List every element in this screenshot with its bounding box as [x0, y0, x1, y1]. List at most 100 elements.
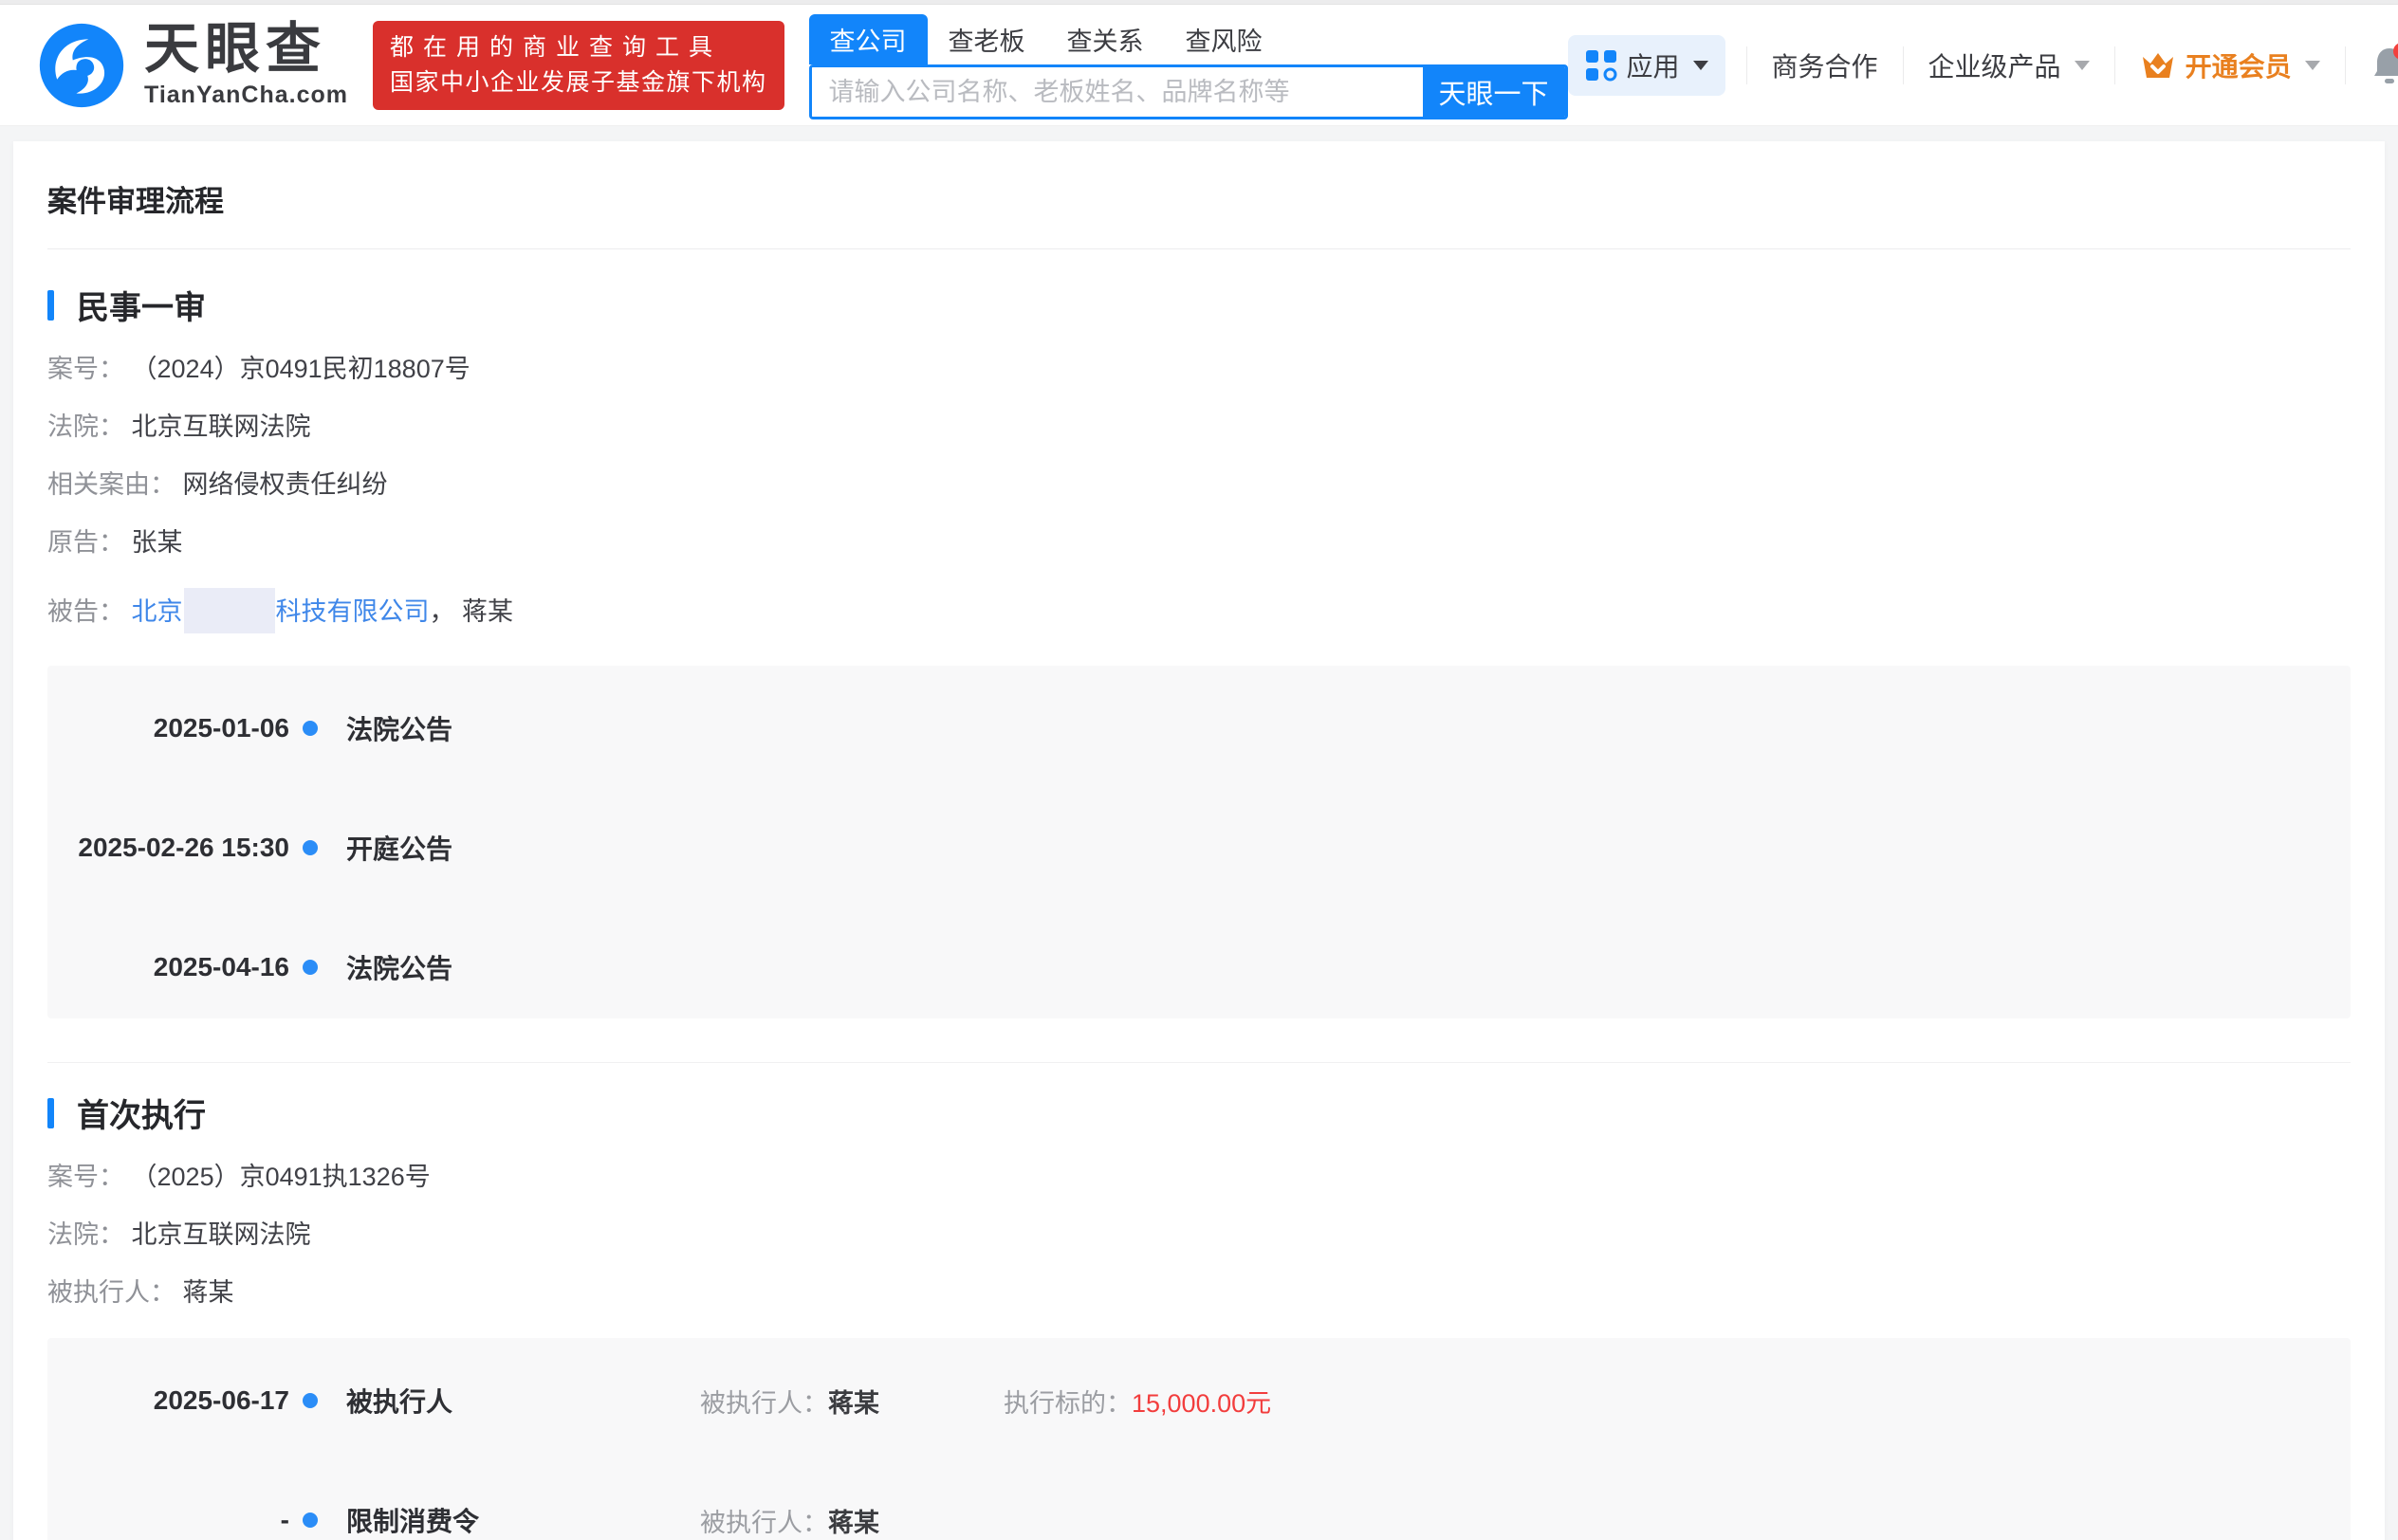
timeline-date: 2025-02-26 15:30: [78, 833, 289, 862]
header-nav: 应用 商务合作 企业级产品 开通会员: [1567, 34, 2398, 96]
field-value: 北京 科技有限公司， 蒋某: [132, 588, 513, 633]
detail-label: 被执行人：: [700, 1388, 828, 1418]
timeline-dot: [303, 1393, 318, 1408]
timeline-detail: 被执行人：蒋某: [700, 1502, 1004, 1539]
timeline-event-label: 法院公告: [346, 715, 453, 744]
timeline-dot: [303, 960, 318, 975]
timeline-date: -: [280, 1505, 289, 1534]
timeline-panel: 2025-01-06 法院公告 2025-02-26 15:30 开庭公告 20…: [47, 666, 2351, 1018]
field-label: 法院：: [47, 1220, 124, 1249]
detail-label: 被执行人：: [700, 1508, 828, 1537]
company-link[interactable]: 北京 科技有限公司: [132, 588, 430, 633]
field-label: 法院：: [47, 412, 124, 441]
promo-badge: 都在用的商业查询工具 国家中小企业发展子基金旗下机构: [373, 20, 784, 110]
field-value: 北京互联网法院: [131, 1220, 311, 1249]
crown-icon: [2142, 52, 2173, 78]
timeline-detail-cols: 被执行人：蒋某: [700, 1502, 1004, 1539]
timeline-item: 2025-04-16 法院公告: [47, 948, 2351, 986]
search-tab[interactable]: 查关系: [1046, 14, 1165, 64]
nav-vip[interactable]: 开通会员: [2115, 46, 2345, 84]
timeline-event-label: 法院公告: [346, 954, 453, 983]
logo[interactable]: 天眼查 TianYanCha.com: [38, 21, 348, 109]
field-value: （2025）京0491执1326号: [131, 1163, 431, 1191]
field-row: 案号： （2025）京0491执1326号: [47, 1164, 2351, 1190]
timeline-item: 2025-06-17 被执行人 被执行人：蒋某 执行标的：15,000.00元: [47, 1382, 2351, 1420]
promo-line1: 都在用的商业查询工具: [390, 33, 723, 61]
field-value: 张某: [131, 528, 183, 557]
detail-label: 执行标的：: [1004, 1388, 1132, 1418]
search-tab[interactable]: 查老板: [928, 14, 1046, 64]
apps-grid-icon: [1585, 49, 1617, 81]
field-row: 被执行人： 蒋某: [47, 1280, 2351, 1306]
nav-notifications[interactable]: [2346, 42, 2398, 86]
search-tabs: 查公司 查老板 查关系 查风险: [808, 14, 1568, 64]
nav-business-label: 商务合作: [1771, 51, 1878, 82]
field-value: 网络侵权责任纠纷: [182, 470, 388, 499]
site-header: 天眼查 TianYanCha.com 都在用的商业查询工具 国家中小企业发展子基…: [0, 5, 2398, 126]
brand-name: 天眼查: [144, 18, 327, 80]
content-card: 案件审理流程 民事一审 案号： （2024）京0491民初18807号 法院： …: [13, 141, 2385, 1540]
timeline-event-label: 被执行人: [346, 1387, 453, 1417]
timeline-item: - 限制消费令 被执行人：蒋某: [47, 1501, 2351, 1539]
section-header: 民事一审: [47, 282, 2351, 328]
detail-value: 蒋某: [828, 1388, 879, 1418]
timeline-date: 2025-01-06: [153, 713, 289, 742]
field-label: 被执行人：: [47, 1278, 175, 1307]
section-title: 首次执行: [77, 1098, 206, 1134]
field-value: 蒋某: [182, 1278, 234, 1307]
chevron-down-icon: [1692, 60, 1708, 70]
field-label: 原告：: [47, 528, 124, 557]
timeline-event-label: 限制消费令: [346, 1507, 480, 1536]
section-accent-bar: [47, 289, 54, 321]
section-title: 民事一审: [77, 290, 206, 326]
section-header: 首次执行: [47, 1090, 2351, 1136]
search-bar: 天眼一下: [808, 64, 1568, 119]
nav-enterprise[interactable]: 企业级产品: [1904, 46, 2114, 84]
chevron-down-icon: [2074, 60, 2090, 70]
search-button[interactable]: 天眼一下: [1422, 67, 1565, 117]
field-row: 相关案由： 网络侵权责任纠纷: [47, 472, 2351, 498]
sections-root: 民事一审 案号： （2024）京0491民初18807号 法院： 北京互联网法院…: [47, 249, 2351, 1540]
chevron-down-icon: [2304, 60, 2320, 70]
tianyancha-logo-icon: [39, 23, 124, 107]
field-row: 法院： 北京互联网法院: [47, 414, 2351, 440]
field-label: 案号：: [47, 355, 124, 383]
nav-vip-label: 开通会员: [2185, 51, 2292, 82]
timeline-event-label: 开庭公告: [346, 834, 453, 864]
timeline-item: 2025-01-06 法院公告: [47, 709, 2351, 747]
timeline-dot: [303, 721, 318, 736]
brand-domain: TianYanCha.com: [144, 82, 348, 108]
timeline-items: 2025-06-17 被执行人 被执行人：蒋某 执行标的：15,000.00元 -…: [47, 1382, 2351, 1539]
timeline-detail-cols: 被执行人：蒋某 执行标的：15,000.00元: [700, 1383, 1271, 1420]
case-section: 首次执行 案号： （2025）京0491执1326号 法院： 北京互联网法院 被…: [47, 1062, 2351, 1540]
timeline-detail: 被执行人：蒋某: [700, 1383, 1004, 1420]
execution-amount: 15,000.00元: [1132, 1388, 1272, 1418]
search-tab[interactable]: 查公司: [808, 14, 928, 64]
timeline-dot: [303, 840, 318, 855]
field-label: 被告：: [47, 597, 124, 626]
field-row: 法院： 北京互联网法院: [47, 1222, 2351, 1248]
field-row: 被告： 北京 科技有限公司， 蒋某: [47, 588, 2351, 633]
field-row: 原告： 张某: [47, 530, 2351, 556]
case-section: 民事一审 案号： （2024）京0491民初18807号 法院： 北京互联网法院…: [47, 249, 2351, 1018]
search-group: 查公司查老板查关系查风险 天眼一下: [808, 14, 1568, 119]
search-input[interactable]: [811, 67, 1423, 117]
promo-line2: 国家中小企业发展子基金旗下机构: [390, 68, 767, 96]
timeline-items: 2025-01-06 法院公告 2025-02-26 15:30 开庭公告 20…: [47, 709, 2351, 986]
field-list: 案号： （2024）京0491民初18807号 法院： 北京互联网法院 相关案由…: [47, 357, 2351, 633]
timeline-date: 2025-06-17: [153, 1385, 289, 1415]
field-value: （2024）京0491民初18807号: [131, 355, 470, 383]
detail-value: 蒋某: [828, 1508, 879, 1537]
nav-enterprise-label: 企业级产品: [1928, 51, 2061, 82]
nav-apps[interactable]: 应用: [1567, 34, 1725, 96]
field-row: 案号： （2024）京0491民初18807号: [47, 357, 2351, 382]
field-label: 相关案由：: [47, 470, 175, 499]
search-tab[interactable]: 查风险: [1165, 14, 1283, 64]
timeline-detail: 执行标的：15,000.00元: [1004, 1383, 1271, 1420]
field-label: 案号：: [47, 1163, 124, 1191]
field-list: 案号： （2025）京0491执1326号 法院： 北京互联网法院 被执行人： …: [47, 1164, 2351, 1306]
section-accent-bar: [47, 1097, 54, 1128]
nav-business[interactable]: 商务合作: [1747, 46, 1903, 84]
page-title: 案件审理流程: [47, 185, 224, 218]
timeline-item: 2025-02-26 15:30 开庭公告: [47, 829, 2351, 867]
